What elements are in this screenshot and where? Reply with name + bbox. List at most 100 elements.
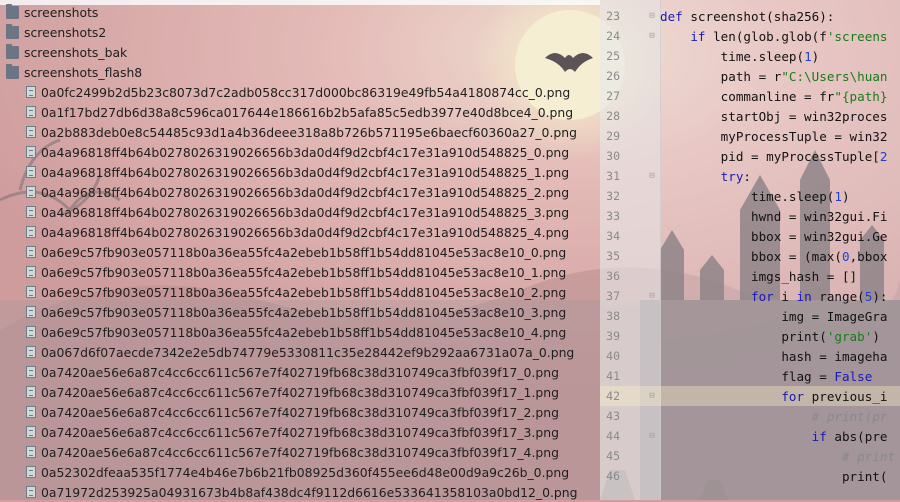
file-label: 0a6e9c57fb903e057118b0a36ea55fc4a2ebeb1b…: [41, 324, 567, 340]
line-number: 44: [606, 429, 620, 443]
tree-file[interactable]: 0a7420ae56e6a87c4cc6cc611c567e7f402719fb…: [0, 402, 626, 422]
tree-file[interactable]: 0a4a96818ff4b64b0278026319026656b3da0d4f…: [0, 182, 626, 202]
file-label: 0a6e9c57fb903e057118b0a36ea55fc4a2ebeb1b…: [41, 244, 567, 260]
tree-file[interactable]: 0a6e9c57fb903e057118b0a36ea55fc4a2ebeb1b…: [0, 262, 626, 282]
image-file-icon: [26, 206, 36, 218]
fold-toggle-icon[interactable]: ⊟: [646, 31, 658, 41]
code-line[interactable]: 30 pid = myProcessTuple[2: [600, 146, 900, 166]
folder-icon: [6, 43, 19, 59]
tree-file[interactable]: 0a7420ae56e6a87c4cc6cc611c567e7f402719fb…: [0, 442, 626, 462]
code-line[interactable]: 29 myProcessTuple = win32: [600, 126, 900, 146]
file-label: 0a6e9c57fb903e057118b0a36ea55fc4a2ebeb1b…: [41, 304, 567, 320]
tree-folder-screenshots-flash8[interactable]: screenshots_flash8: [0, 62, 606, 82]
code-text: if len(glob.glob(f'screens: [690, 28, 888, 44]
code-line[interactable]: 26 path = r"C:\Users\huan: [600, 66, 900, 86]
tree-file[interactable]: 0a6e9c57fb903e057118b0a36ea55fc4a2ebeb1b…: [0, 322, 626, 342]
code-text: for previous_i: [781, 388, 888, 404]
fold-toggle-icon[interactable]: ⊟: [646, 11, 658, 21]
tree-file[interactable]: 0a2b883deb0e8c54485c93d1a4b36deee318a8b7…: [0, 122, 626, 142]
code-line[interactable]: 31 ⊟ try:: [600, 166, 900, 186]
code-line[interactable]: 38 img = ImageGra: [600, 306, 900, 326]
code-text: img = ImageGra: [660, 308, 888, 324]
image-file-icon: [26, 426, 36, 438]
fold-toggle-icon[interactable]: ⊟: [646, 291, 658, 301]
code-text: def screenshot(sha256):: [660, 8, 835, 24]
tree-file[interactable]: 0a0fc2499b2d5b23c8073d7c2adb058cc317d000…: [0, 82, 626, 102]
code-line[interactable]: 24 ⊟ if len(glob.glob(f'screens: [600, 26, 900, 46]
file-label: 0a7420ae56e6a87c4cc6cc611c567e7f402719fb…: [41, 364, 559, 380]
image-file-icon: [26, 306, 36, 318]
tree-file[interactable]: 0a6e9c57fb903e057118b0a36ea55fc4a2ebeb1b…: [0, 242, 626, 262]
line-number: 29: [606, 129, 620, 143]
line-number: 33: [606, 209, 620, 223]
tree-file[interactable]: 0a52302dfeaa535f1774e4b46e7b6b21fb08925d…: [0, 462, 626, 482]
folder-label: screenshots_bak: [24, 44, 128, 60]
code-line[interactable]: 46 print(: [600, 466, 900, 486]
code-line[interactable]: 40 hash = imageha: [600, 346, 900, 366]
code-line[interactable]: 44 ⊟ if abs(pre: [600, 426, 900, 446]
tree-file[interactable]: 0a6e9c57fb903e057118b0a36ea55fc4a2ebeb1b…: [0, 302, 626, 322]
code-editor[interactable]: 23 ⊟ def screenshot(sha256): 24 ⊟ if len(glo…: [600, 0, 900, 500]
image-file-icon: [26, 246, 36, 258]
folder-icon: [6, 3, 19, 19]
file-label: 0a4a96818ff4b64b0278026319026656b3da0d4f…: [41, 164, 570, 180]
tree-file[interactable]: 0a4a96818ff4b64b0278026319026656b3da0d4f…: [0, 202, 626, 222]
fold-toggle-icon[interactable]: ⊟: [646, 391, 658, 401]
tree-folder-screenshots2[interactable]: screenshots2: [0, 22, 606, 42]
code-text: hash = imageha: [660, 348, 888, 364]
line-number: 39: [606, 329, 620, 343]
code-line[interactable]: 45 # print: [600, 446, 900, 466]
tree-file[interactable]: 0a7420ae56e6a87c4cc6cc611c567e7f402719fb…: [0, 422, 626, 442]
code-line[interactable]: 35 bbox = (max(0,bbox: [600, 246, 900, 266]
image-file-icon: [26, 346, 36, 358]
line-number: 27: [606, 89, 620, 103]
image-file-icon: [26, 146, 36, 158]
tree-file[interactable]: 0a1f17bd27db6d38a8c596ca017644e186616b2b…: [0, 102, 626, 122]
code-line[interactable]: 43 # print(pr: [600, 406, 900, 426]
file-label: 0a067d6f07aecde7342e2e5db74779e5330811c3…: [41, 344, 575, 360]
tree-folder-screenshots[interactable]: screenshots: [0, 2, 606, 22]
code-text: flag = False: [660, 368, 873, 384]
file-label: 0a7420ae56e6a87c4cc6cc611c567e7f402719fb…: [41, 444, 559, 460]
tree-file[interactable]: 0a7420ae56e6a87c4cc6cc611c567e7f402719fb…: [0, 382, 626, 402]
line-number: 45: [606, 449, 620, 463]
code-line[interactable]: 34 bbox = win32gui.Ge: [600, 226, 900, 246]
image-file-icon: [26, 86, 36, 98]
tree-folder-screenshots-bak[interactable]: screenshots_bak: [0, 42, 606, 62]
file-label: 0a7420ae56e6a87c4cc6cc611c567e7f402719fb…: [41, 384, 559, 400]
fold-toggle-icon[interactable]: ⊟: [646, 171, 658, 181]
file-label: 0a7420ae56e6a87c4cc6cc611c567e7f402719fb…: [41, 404, 559, 420]
tree-file[interactable]: 0a71972d253925a04931673b4b8af438dc4f9112…: [0, 482, 626, 502]
tree-file[interactable]: 0a4a96818ff4b64b0278026319026656b3da0d4f…: [0, 222, 626, 242]
code-line[interactable]: 39 print('grab'): [600, 326, 900, 346]
fold-toggle-icon[interactable]: ⊟: [646, 431, 658, 441]
image-file-icon: [26, 466, 36, 478]
tree-file[interactable]: 0a7420ae56e6a87c4cc6cc611c567e7f402719fb…: [0, 362, 626, 382]
code-line[interactable]: 27 commanline = fr"{path}: [600, 86, 900, 106]
folder-label: screenshots: [24, 4, 99, 20]
code-line[interactable]: 28 startObj = win32proces: [600, 106, 900, 126]
file-label: 0a4a96818ff4b64b0278026319026656b3da0d4f…: [41, 144, 570, 160]
code-line[interactable]: 41 flag = False: [600, 366, 900, 386]
tree-file[interactable]: 0a6e9c57fb903e057118b0a36ea55fc4a2ebeb1b…: [0, 282, 626, 302]
code-line[interactable]: 37 ⊟ for i in range(5):: [600, 286, 900, 306]
code-text: imgs_hash = []: [660, 268, 858, 284]
code-text: time.sleep(1): [660, 48, 820, 64]
code-line[interactable]: 36 imgs_hash = []: [600, 266, 900, 286]
code-line[interactable]: 23 ⊟ def screenshot(sha256):: [600, 6, 900, 26]
line-number: 34: [606, 229, 620, 243]
code-line[interactable]: 25 time.sleep(1): [600, 46, 900, 66]
code-line[interactable]: 42 ⊟ for previous_i: [600, 386, 900, 406]
tree-file[interactable]: 0a067d6f07aecde7342e2e5db74779e5330811c3…: [0, 342, 626, 362]
tree-file[interactable]: 0a4a96818ff4b64b0278026319026656b3da0d4f…: [0, 162, 626, 182]
code-text: # print: [841, 448, 896, 464]
file-label: 0a6e9c57fb903e057118b0a36ea55fc4a2ebeb1b…: [41, 264, 567, 280]
tree-file[interactable]: 0a4a96818ff4b64b0278026319026656b3da0d4f…: [0, 142, 626, 162]
code-line[interactable]: 32 time.sleep(1): [600, 186, 900, 206]
line-number: 43: [606, 409, 620, 423]
file-label: 0a71972d253925a04931673b4b8af438dc4f9112…: [41, 484, 578, 500]
image-file-icon: [26, 326, 36, 338]
line-number: 32: [606, 189, 620, 203]
image-file-icon: [26, 166, 36, 178]
code-line[interactable]: 33 hwnd = win32gui.Fi: [600, 206, 900, 226]
